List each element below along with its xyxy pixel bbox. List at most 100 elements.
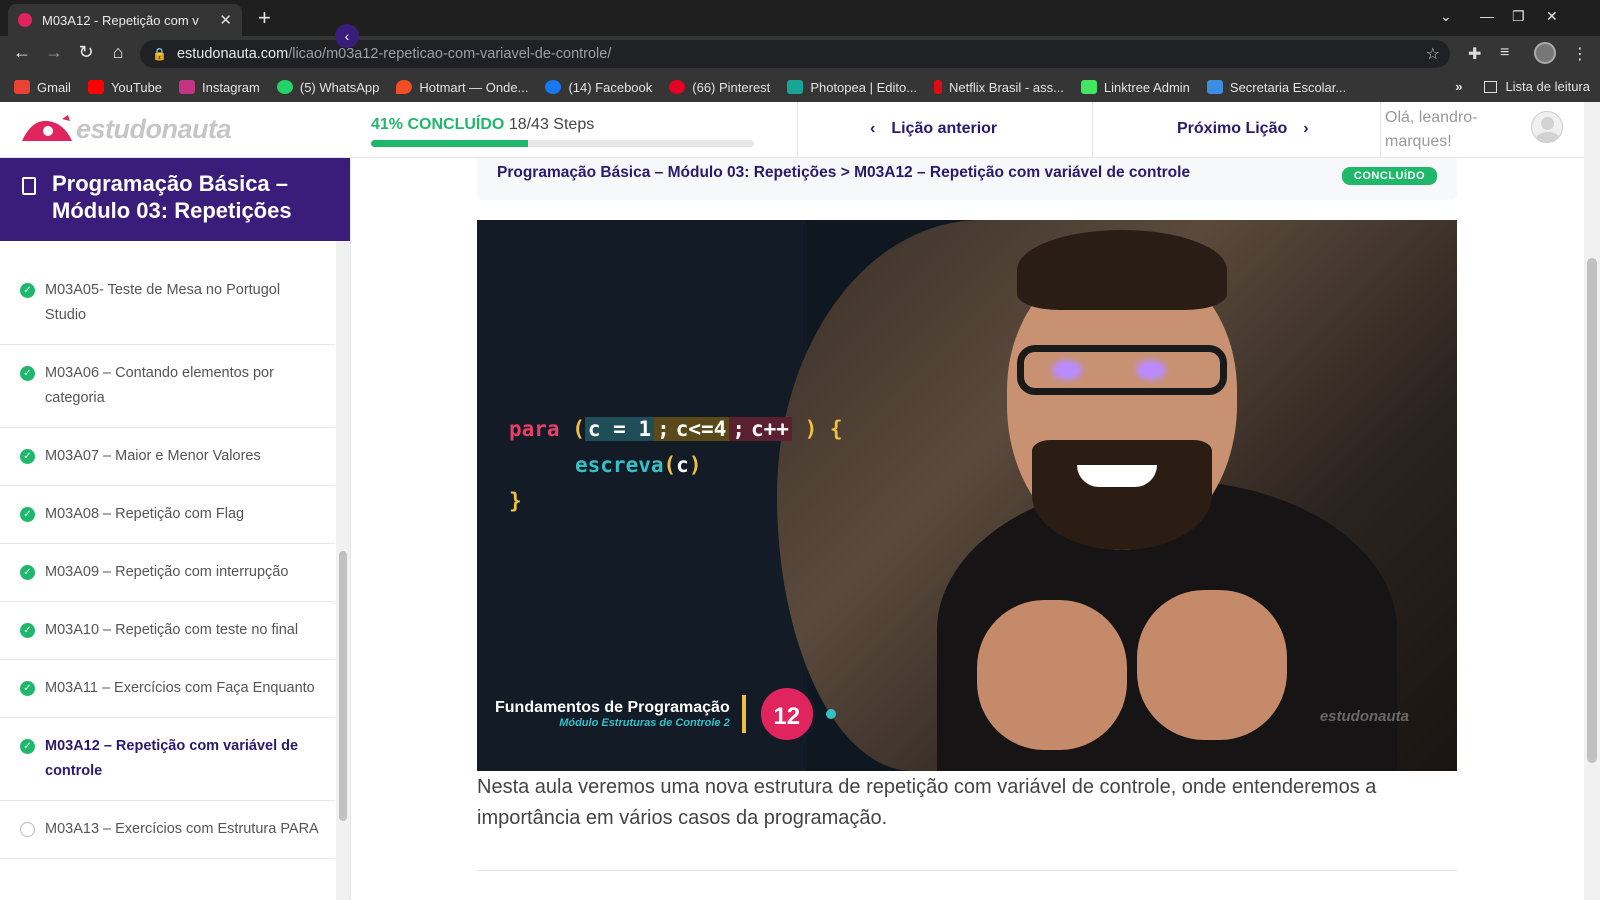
lesson-item[interactable]: ✓ M03A05- Teste de Mesa no Portugol Studi… bbox=[0, 262, 335, 345]
lesson-item[interactable]: ✓ M03A11 – Exercícios com Faça Enquanto bbox=[0, 660, 335, 718]
user-greeting[interactable]: Olá, leandro-marques! bbox=[1385, 106, 1495, 154]
bookmark-youtube[interactable]: YouTube bbox=[87, 80, 162, 95]
secretaria-icon bbox=[1206, 80, 1223, 94]
bookmark-secretaria[interactable]: Secretaria Escolar... bbox=[1206, 80, 1346, 95]
new-tab-plus-icon[interactable]: + bbox=[258, 5, 271, 31]
sidebar-scrollbar[interactable] bbox=[336, 241, 350, 900]
course-title: Programação Básica – Módulo 03: Repetiçõ… bbox=[52, 171, 292, 223]
close-window-icon[interactable]: ✕ bbox=[1546, 8, 1558, 25]
lesson-item[interactable]: ✓ M03A08 – Repetição com Flag bbox=[0, 486, 335, 544]
code-line-2: escreva(c) bbox=[575, 453, 843, 477]
collapse-sidebar-chevron-icon[interactable]: ‹ bbox=[335, 24, 359, 48]
bookmark-pinterest[interactable]: (66) Pinterest bbox=[669, 80, 770, 95]
forward-arrow-icon[interactable]: → bbox=[42, 42, 66, 63]
rocket-logo-icon bbox=[22, 114, 72, 141]
lesson-item[interactable]: ✓ M03A07 – Maior e Menor Valores bbox=[0, 428, 335, 486]
estudonauta-logo[interactable]: estudonauta bbox=[18, 114, 232, 145]
media-queue-icon[interactable]: ≡ bbox=[1500, 44, 1509, 62]
code-paren-brace: ) { bbox=[804, 417, 843, 441]
pinterest-icon bbox=[669, 80, 686, 94]
reload-icon[interactable]: ↻ bbox=[74, 42, 98, 63]
header-divider bbox=[1380, 102, 1381, 158]
address-bar[interactable]: 🔒 estudonauta.com/licao/m03a12-repeticao… bbox=[140, 40, 1450, 68]
lesson-label: M03A13 – Exercícios com Estrutura PARA bbox=[45, 821, 319, 837]
extensions-puzzle-icon[interactable]: ✚ bbox=[1468, 44, 1481, 64]
bookmark-label: (66) Pinterest bbox=[692, 79, 771, 95]
progress-percent: 41% CONCLUÍDO bbox=[371, 116, 505, 133]
lens-glare bbox=[1052, 360, 1082, 380]
lesson-item[interactable]: ✓ M03A09 – Repetição com interrupção bbox=[0, 544, 335, 602]
video-lower-third: Fundamentos de Programação Módulo Estrut… bbox=[495, 685, 836, 743]
youtube-icon bbox=[87, 80, 104, 94]
minimize-icon[interactable]: — bbox=[1480, 8, 1494, 24]
course-title-header: Programação Básica – Módulo 03: Repetiçõ… bbox=[0, 158, 350, 241]
back-arrow-icon[interactable]: ← bbox=[10, 42, 34, 63]
empty-circle-icon bbox=[20, 822, 35, 837]
check-circle-icon: ✓ bbox=[20, 283, 35, 298]
restore-icon[interactable]: ❐ bbox=[1512, 8, 1525, 25]
content-divider bbox=[477, 870, 1457, 871]
url-host: estudonauta.com bbox=[176, 46, 289, 62]
breadcrumb-course-link[interactable]: Programação Básica – Módulo 03: Repetiçõ… bbox=[497, 164, 836, 181]
chevron-right-icon: › bbox=[1303, 120, 1309, 137]
previous-lesson-link[interactable]: ‹ Lição anterior bbox=[870, 120, 997, 138]
code-keyword: para bbox=[509, 417, 560, 441]
lesson-item[interactable]: M03A13 – Exercícios com Estrutura PARA bbox=[0, 801, 335, 859]
url-path: /licao/m03a12-repeticao-com-variavel-de-… bbox=[288, 46, 612, 62]
lesson-label: M03A09 – Repetição com interrupção bbox=[45, 564, 289, 580]
course-sidebar: Programação Básica – Módulo 03: Repetiçõ… bbox=[0, 158, 351, 900]
lock-icon[interactable]: 🔒 bbox=[152, 47, 167, 61]
bookmark-label: (5) WhatsApp bbox=[299, 79, 380, 95]
next-lesson-link[interactable]: Próximo Lição › bbox=[1177, 120, 1309, 138]
page-scrollbar[interactable] bbox=[1584, 102, 1600, 900]
lesson-item-active[interactable]: ✓ M03A12 – Repetição com variável de cont… bbox=[0, 718, 335, 801]
bookmark-label: Hotmart — Onde... bbox=[419, 79, 529, 95]
bookmark-instagram[interactable]: Instagram bbox=[179, 80, 260, 95]
lesson-item[interactable]: ✓ M03A10 – Repetição com teste no final bbox=[0, 602, 335, 660]
presenter-hand-right bbox=[1137, 590, 1287, 740]
code-arg: c bbox=[676, 453, 689, 477]
tab-search-chevron-icon[interactable]: ⌄ bbox=[1440, 8, 1452, 25]
bookmark-linktree[interactable]: Linktree Admin bbox=[1080, 80, 1190, 95]
site-header: estudonauta 41% CONCLUÍDO 18/43 Steps ‹ … bbox=[0, 102, 1600, 158]
reading-list-link[interactable]: Lista de leitura bbox=[1505, 79, 1590, 94]
facebook-icon bbox=[545, 80, 562, 94]
check-circle-icon: ✓ bbox=[20, 507, 35, 522]
lesson-description: Nesta aula veremos uma nova estrutura de… bbox=[477, 776, 1377, 829]
video-code-snippet: para (c = 1; c<=4; c++ ) { escreva(c) } bbox=[509, 417, 843, 513]
bookmark-label: Gmail bbox=[37, 79, 71, 95]
bookmark-hotmart[interactable]: Hotmart — Onde... bbox=[396, 80, 528, 95]
bookmark-netflix[interactable]: Netflix Brasil - ass... bbox=[934, 80, 1064, 95]
bookmark-photopea[interactable]: Photopea | Edito... bbox=[787, 80, 917, 95]
presenter-glasses bbox=[1017, 345, 1227, 395]
presenter-smile bbox=[1077, 465, 1157, 487]
bookmark-star-icon[interactable]: ☆ bbox=[1426, 44, 1440, 64]
sidebar-scrollbar-thumb[interactable] bbox=[339, 551, 347, 821]
lesson-video-player[interactable]: para (c = 1; c<=4; c++ ) { escreva(c) } Fu… bbox=[477, 220, 1457, 771]
lesson-item[interactable]: ✓ M03A06 – Contando elementos por categor… bbox=[0, 345, 335, 428]
user-avatar-icon[interactable] bbox=[1531, 111, 1563, 143]
chevron-left-icon: ‹ bbox=[870, 120, 876, 137]
accent-dot bbox=[825, 709, 836, 719]
tab-close-icon[interactable]: ✕ bbox=[219, 11, 232, 29]
header-divider bbox=[797, 102, 798, 158]
browser-toolbar: ← → ↻ ⌂ 🔒 estudonauta.com/licao/m03a12-r… bbox=[0, 36, 1600, 72]
more-bookmarks-chevron-icon[interactable]: » bbox=[1455, 79, 1462, 94]
code-init: c = 1 bbox=[584, 417, 655, 441]
page-scrollbar-thumb[interactable] bbox=[1587, 258, 1597, 763]
home-icon[interactable]: ⌂ bbox=[106, 42, 130, 63]
photopea-icon bbox=[787, 80, 804, 94]
browser-menu-kebab-icon[interactable]: ⋮ bbox=[1572, 44, 1588, 64]
lesson-label: M03A12 – Repetição com variável de contr… bbox=[45, 738, 299, 779]
bookmark-facebook[interactable]: (14) Facebook bbox=[545, 80, 652, 95]
bookmark-gmail[interactable]: Gmail bbox=[14, 80, 71, 95]
site-favicon-icon bbox=[18, 13, 32, 27]
progress-bar bbox=[371, 140, 754, 147]
browser-tab[interactable]: M03A12 - Repetição com v ✕ bbox=[8, 4, 242, 36]
presenter-beard bbox=[1032, 440, 1212, 550]
breadcrumb-lesson-link[interactable]: M03A12 – Repetição com variável de contr… bbox=[854, 164, 1190, 181]
profile-avatar-icon[interactable] bbox=[1534, 42, 1556, 64]
bookmark-whatsapp[interactable]: (5) WhatsApp bbox=[276, 79, 380, 95]
whatsapp-icon bbox=[276, 80, 293, 94]
breadcrumb: Programação Básica – Módulo 03: Repetiçõ… bbox=[477, 158, 1457, 200]
